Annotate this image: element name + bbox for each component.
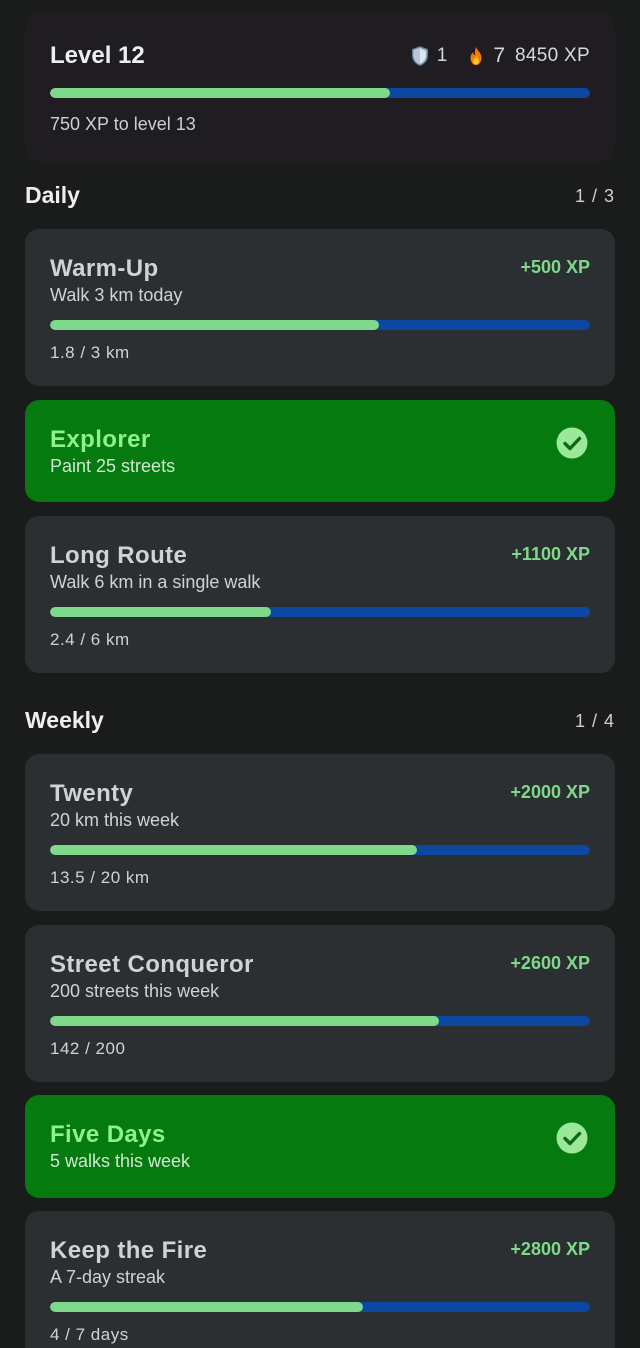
- challenge-title: Explorer: [50, 426, 151, 453]
- challenge-description: Walk 3 km today: [50, 285, 183, 305]
- level-progress-bar: [50, 88, 590, 98]
- challenge-description: A 7-day streak: [50, 1267, 166, 1287]
- level-panel: Level 12 1 7 8450 XP 750 XP to level 13: [25, 12, 615, 162]
- challenge-reward: +500 XP: [520, 257, 590, 277]
- challenge-title: Five Days: [50, 1121, 166, 1148]
- level-title: Level 12: [50, 42, 145, 69]
- challenge-card-keep-the-fire[interactable]: Keep the Fire A 7-day streak +2800 XP 4 …: [25, 1211, 615, 1348]
- challenge-title: Warm-Up: [50, 255, 159, 282]
- fire-icon: [465, 45, 487, 67]
- challenge-card-five-days[interactable]: Five Days 5 walks this week: [25, 1095, 615, 1198]
- challenge-reward: +2000 XP: [510, 782, 590, 802]
- check-circle-icon: [556, 1122, 588, 1154]
- challenges-screen: Level 12 1 7 8450 XP 750 XP to level 13: [0, 0, 640, 1348]
- challenge-progress-bar: [50, 845, 590, 855]
- progress-fill: [50, 1302, 364, 1312]
- challenge-title: Long Route: [50, 542, 188, 569]
- challenge-progress-text: 4 / 7 days: [50, 1325, 129, 1344]
- challenge-card-twenty[interactable]: Twenty 20 km this week +2000 XP 13.5 / 2…: [25, 754, 615, 911]
- challenge-title: Street Conqueror: [50, 951, 254, 978]
- challenge-title: Twenty: [50, 780, 134, 807]
- progress-fill: [50, 320, 380, 330]
- level-stats: 1 7 8450 XP: [409, 44, 590, 68]
- challenge-reward: +2600 XP: [510, 953, 590, 973]
- challenge-progress-bar: [50, 607, 590, 617]
- challenge-progress-bar: [50, 320, 590, 330]
- challenge-card-long-route[interactable]: Long Route Walk 6 km in a single walk +1…: [25, 516, 615, 673]
- challenge-progress-bar: [50, 1016, 590, 1026]
- challenge-progress-text: 1.8 / 3 km: [50, 343, 130, 362]
- challenge-description: 5 walks this week: [50, 1151, 191, 1171]
- progress-fill: [50, 1016, 439, 1026]
- weekly-section-count: 1 / 4: [574, 711, 615, 731]
- challenge-description: Paint 25 streets: [50, 456, 176, 476]
- challenge-reward: +2800 XP: [510, 1239, 590, 1259]
- challenge-progress-bar: [50, 1302, 590, 1312]
- shield-icon: [409, 45, 431, 67]
- challenge-description: 20 km this week: [50, 810, 180, 830]
- challenge-progress-text: 13.5 / 20 km: [50, 868, 150, 887]
- challenge-card-explorer[interactable]: Explorer Paint 25 streets: [25, 400, 615, 502]
- challenge-card-warm-up[interactable]: Warm-Up Walk 3 km today +500 XP 1.8 / 3 …: [25, 229, 615, 386]
- challenge-card-street-conqueror[interactable]: Street Conqueror 200 streets this week +…: [25, 925, 615, 1082]
- progress-fill: [50, 88, 391, 98]
- xp-to-next-level: 750 XP to level 13: [50, 114, 196, 134]
- daily-section-count: 1 / 3: [574, 186, 615, 206]
- daily-section-title: Daily: [25, 182, 80, 208]
- challenge-title: Keep the Fire: [50, 1237, 208, 1264]
- weekly-section-title: Weekly: [25, 707, 104, 733]
- challenge-progress-text: 2.4 / 6 km: [50, 630, 130, 649]
- progress-fill: [50, 845, 418, 855]
- challenge-progress-text: 142 / 200: [50, 1039, 126, 1058]
- progress-fill: [50, 607, 272, 617]
- challenge-description: Walk 6 km in a single walk: [50, 572, 261, 592]
- check-circle-icon: [556, 427, 588, 459]
- streak-count: 7: [493, 44, 505, 67]
- challenge-reward: +1100 XP: [511, 544, 590, 564]
- xp-total: 8450 XP: [515, 45, 590, 66]
- challenge-description: 200 streets this week: [50, 981, 220, 1001]
- shield-count: 1: [436, 45, 448, 66]
